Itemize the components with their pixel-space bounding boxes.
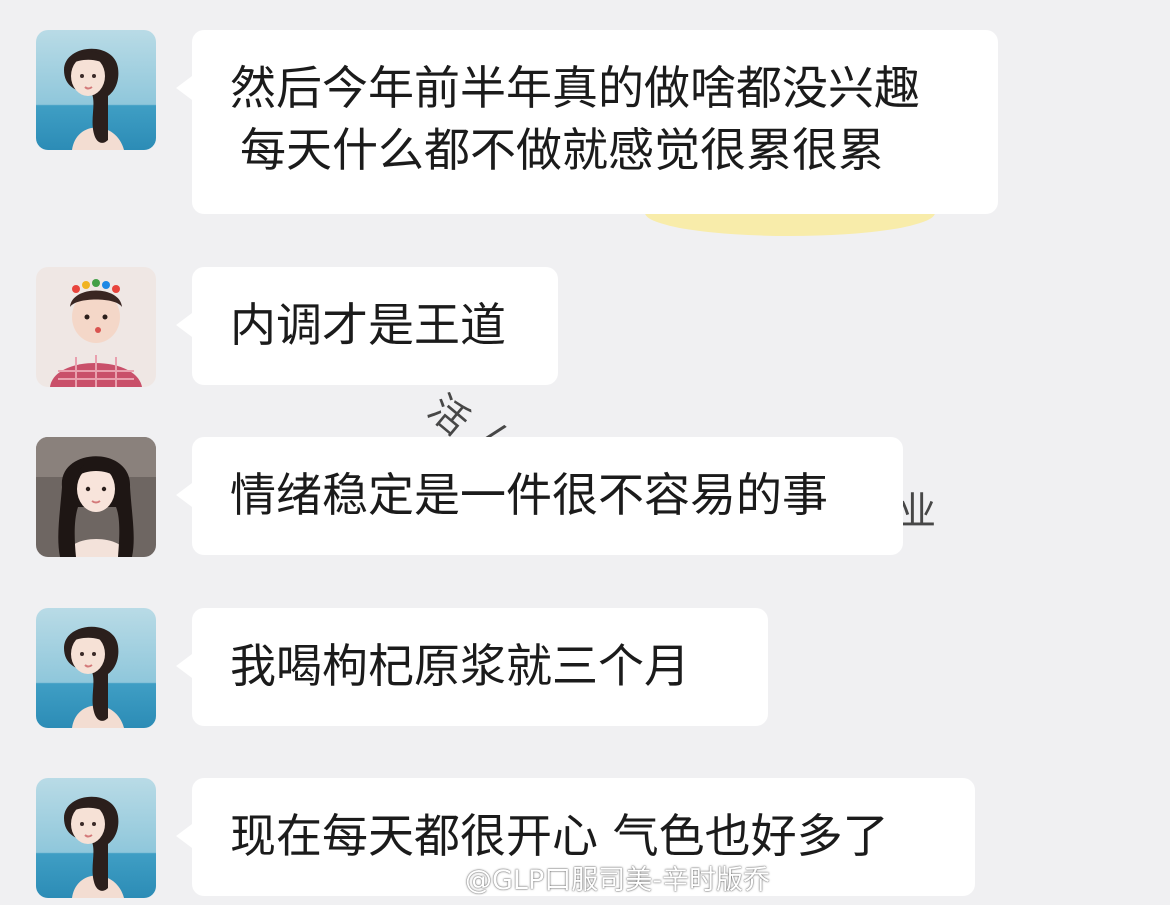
avatar-baby-icon: [36, 267, 156, 387]
message-bubble[interactable]: 情绪稳定是一件很不容易的事: [176, 437, 903, 555]
avatar-girl-braid-icon: [36, 778, 156, 898]
weibo-logo-icon: [425, 866, 458, 891]
avatar[interactable]: [36, 30, 156, 150]
background-text: 业: [898, 489, 937, 533]
background-text: 活: [420, 386, 478, 445]
background-decoration: [645, 212, 935, 236]
message-bubble[interactable]: 然后今年前半年真的做啥都没兴趣 每天什么都不做就感觉很累很累: [176, 30, 998, 214]
avatar-girl-braid-icon: [36, 608, 156, 728]
watermark: @GLP口服司美-辛时版乔: [425, 858, 770, 897]
avatar[interactable]: [36, 267, 156, 387]
avatar[interactable]: [36, 608, 156, 728]
message-text: 然后今年前半年真的做啥都没兴趣: [230, 61, 920, 115]
message-bubble[interactable]: 内调才是王道: [176, 267, 558, 385]
message-text: 每天什么都不做就感觉很累很累: [240, 123, 884, 177]
watermark-text: @GLP口服司美-辛时版乔: [465, 865, 770, 896]
message-text: 情绪稳定是一件很不容易的事: [230, 468, 828, 522]
message-text: 我喝枸杞原浆就三个月: [230, 639, 690, 693]
message-text: 内调才是王道: [230, 298, 506, 352]
chat-view: 活 / 业 然后今年前半年真的做啥都没兴趣 每天什么都不做就感觉很累很累 内调才…: [0, 0, 1170, 905]
avatar[interactable]: [36, 778, 156, 898]
message-bubble[interactable]: 我喝枸杞原浆就三个月: [176, 608, 768, 726]
avatar-girl-braid-icon: [36, 30, 156, 150]
avatar-girl-longhair-icon: [36, 437, 156, 557]
avatar[interactable]: [36, 437, 156, 557]
